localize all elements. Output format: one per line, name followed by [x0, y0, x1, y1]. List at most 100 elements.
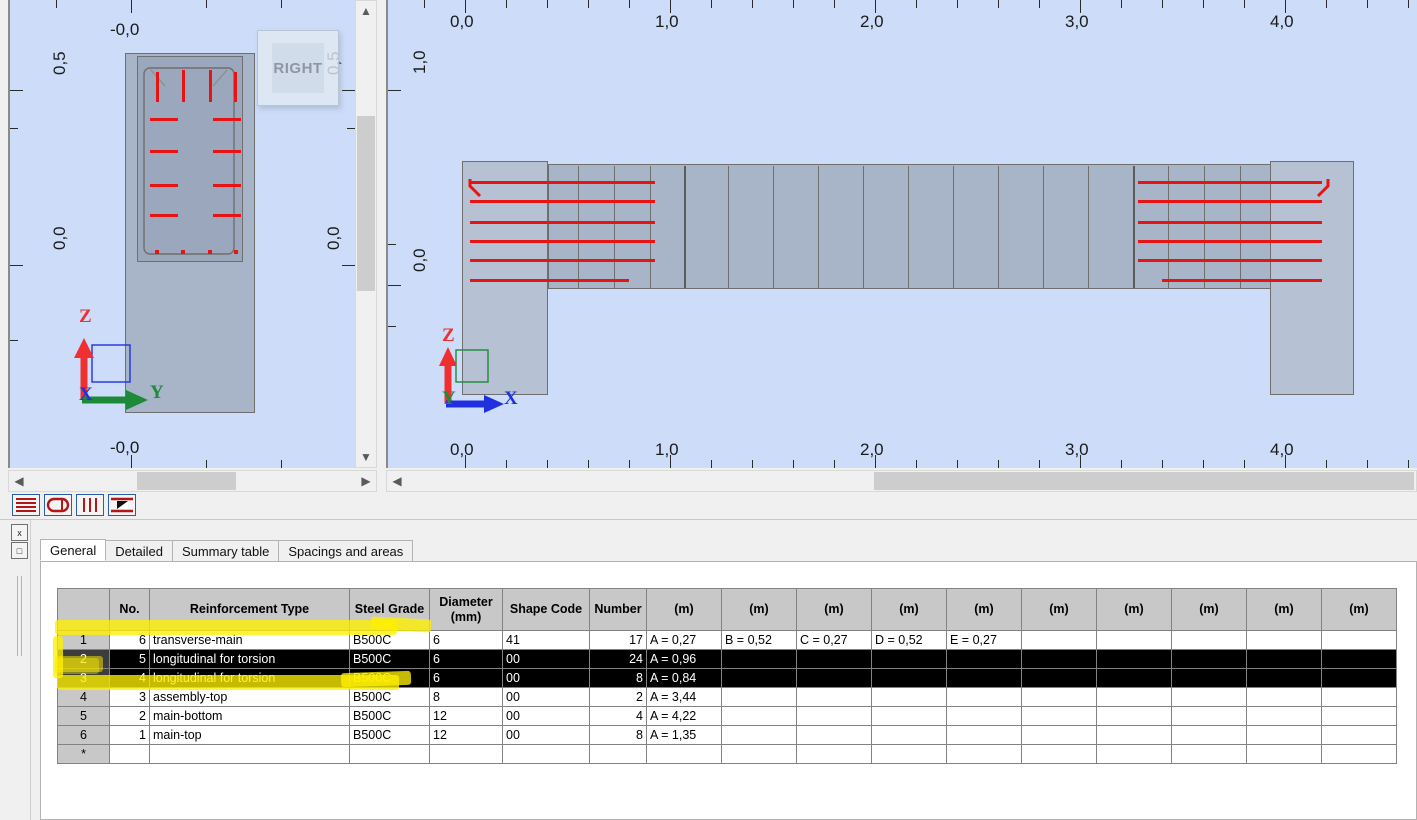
- cell-steel-grade[interactable]: B500C: [349, 668, 430, 688]
- cross-section-viewport[interactable]: -0,0 -0,0 0,5 0,0 0,5 0,0: [8, 0, 355, 468]
- cell-dim-d[interactable]: [871, 744, 947, 764]
- cell-dim-a[interactable]: A = 0,84: [646, 668, 722, 688]
- cell-steel-grade[interactable]: B500C: [349, 706, 430, 726]
- cell-dim-e[interactable]: [946, 668, 1022, 688]
- cell-number[interactable]: 24: [589, 649, 647, 669]
- cell-no[interactable]: 1: [109, 725, 150, 745]
- cell-dim-d[interactable]: [871, 649, 947, 669]
- cell-dim-j[interactable]: [1321, 687, 1397, 707]
- cell-dim-c[interactable]: C = 0,27: [796, 630, 872, 650]
- cell-dim-g[interactable]: [1096, 706, 1172, 726]
- transverse-bars-icon[interactable]: [76, 494, 104, 516]
- cell-reinforcement-type[interactable]: [149, 744, 350, 764]
- cell-diameter[interactable]: 6: [429, 630, 503, 650]
- cell-dim-b[interactable]: [721, 744, 797, 764]
- cell-dim-d[interactable]: [871, 687, 947, 707]
- cell-shape-code[interactable]: 00: [502, 706, 590, 726]
- cell-dim-b[interactable]: B = 0,52: [721, 630, 797, 650]
- cell-dim-b[interactable]: [721, 706, 797, 726]
- cell-dim-i[interactable]: [1246, 687, 1322, 707]
- th-corner[interactable]: [57, 588, 110, 631]
- section-view-icon[interactable]: [108, 494, 136, 516]
- cell-no[interactable]: 6: [109, 630, 150, 650]
- cell-reinforcement-type[interactable]: assembly-top: [149, 687, 350, 707]
- scroll-down-icon[interactable]: ▼: [356, 447, 376, 467]
- cell-dim-c[interactable]: [796, 649, 872, 669]
- cell-diameter[interactable]: 12: [429, 725, 503, 745]
- left-viewport-vscrollbar[interactable]: ▲ ▼: [355, 0, 377, 468]
- table-row[interactable]: *: [57, 744, 1397, 764]
- longitudinal-bars-icon[interactable]: [12, 494, 40, 516]
- cell-number[interactable]: 4: [589, 706, 647, 726]
- cell-dim-d[interactable]: D = 0,52: [871, 630, 947, 650]
- scroll-thumb[interactable]: [357, 116, 375, 291]
- cell-dim-j[interactable]: [1321, 725, 1397, 745]
- cell-dim-e[interactable]: E = 0,27: [946, 630, 1022, 650]
- th-dim-b[interactable]: (m): [721, 588, 797, 631]
- cell-dim-f[interactable]: [1021, 725, 1097, 745]
- row-header[interactable]: 5: [57, 706, 110, 726]
- cell-dim-i[interactable]: [1246, 725, 1322, 745]
- cell-dim-b[interactable]: [721, 668, 797, 688]
- cell-diameter[interactable]: 8: [429, 687, 503, 707]
- cell-number[interactable]: 8: [589, 668, 647, 688]
- cell-shape-code[interactable]: 00: [502, 725, 590, 745]
- th-number[interactable]: Number: [589, 588, 647, 631]
- th-dim-a[interactable]: (m): [646, 588, 722, 631]
- cell-dim-b[interactable]: [721, 649, 797, 669]
- th-dim-j[interactable]: (m): [1321, 588, 1397, 631]
- cell-steel-grade[interactable]: B500C: [349, 687, 430, 707]
- cell-dim-f[interactable]: [1021, 649, 1097, 669]
- cell-dim-f[interactable]: [1021, 687, 1097, 707]
- cell-dim-d[interactable]: [871, 725, 947, 745]
- row-header[interactable]: 4: [57, 687, 110, 707]
- th-dim-e[interactable]: (m): [946, 588, 1022, 631]
- scroll-left-icon[interactable]: ◀: [387, 471, 407, 491]
- th-shape-code[interactable]: Shape Code: [502, 588, 590, 631]
- cell-dim-i[interactable]: [1246, 668, 1322, 688]
- row-header[interactable]: 1: [57, 630, 110, 650]
- row-header[interactable]: 2: [57, 649, 110, 669]
- cell-dim-j[interactable]: [1321, 706, 1397, 726]
- th-no[interactable]: No.: [109, 588, 150, 631]
- cell-dim-c[interactable]: [796, 668, 872, 688]
- cell-dim-g[interactable]: [1096, 744, 1172, 764]
- cell-dim-g[interactable]: [1096, 630, 1172, 650]
- view-cube-right[interactable]: RIGHT: [257, 30, 339, 106]
- scroll-left-icon[interactable]: ◀: [9, 471, 29, 491]
- longitudinal-viewport[interactable]: 0,0 1,0 2,0 3,0 4,0 0,0 1,0 2,0 3,0 4,0 …: [386, 0, 1417, 468]
- cell-dim-a[interactable]: A = 0,96: [646, 649, 722, 669]
- cell-dim-f[interactable]: [1021, 706, 1097, 726]
- cell-dim-j[interactable]: [1321, 649, 1397, 669]
- cell-shape-code[interactable]: 41: [502, 630, 590, 650]
- row-header[interactable]: *: [57, 744, 110, 764]
- scroll-up-icon[interactable]: ▲: [356, 1, 376, 21]
- cell-dim-e[interactable]: [946, 744, 1022, 764]
- cell-shape-code[interactable]: 00: [502, 687, 590, 707]
- cell-steel-grade[interactable]: [349, 744, 430, 764]
- cell-dim-i[interactable]: [1246, 744, 1322, 764]
- cell-dim-g[interactable]: [1096, 668, 1172, 688]
- cell-dim-e[interactable]: [946, 725, 1022, 745]
- cell-shape-code[interactable]: 00: [502, 649, 590, 669]
- cell-dim-a[interactable]: A = 1,35: [646, 725, 722, 745]
- cell-shape-code[interactable]: [502, 744, 590, 764]
- cell-dim-h[interactable]: [1171, 649, 1247, 669]
- th-dim-f[interactable]: (m): [1021, 588, 1097, 631]
- cell-number[interactable]: 8: [589, 725, 647, 745]
- cell-shape-code[interactable]: 00: [502, 668, 590, 688]
- tab-summary-table[interactable]: Summary table: [171, 540, 280, 561]
- scroll-thumb[interactable]: [137, 472, 236, 490]
- cell-diameter[interactable]: 6: [429, 649, 503, 669]
- table-row[interactable]: 2 5 longitudinal for torsion B500C 6 00 24 A = …: [57, 649, 1397, 669]
- tab-general[interactable]: General: [40, 539, 107, 561]
- th-diameter[interactable]: Diameter (mm): [429, 588, 503, 631]
- cell-number[interactable]: 17: [589, 630, 647, 650]
- cell-dim-h[interactable]: [1171, 725, 1247, 745]
- cell-number[interactable]: [589, 744, 647, 764]
- scroll-right-icon[interactable]: ▶: [356, 471, 376, 491]
- cell-dim-g[interactable]: [1096, 687, 1172, 707]
- cell-dim-j[interactable]: [1321, 630, 1397, 650]
- cell-no[interactable]: [109, 744, 150, 764]
- reinforcement-grid[interactable]: No. Reinforcement Type Steel Grade Diame…: [57, 588, 1397, 764]
